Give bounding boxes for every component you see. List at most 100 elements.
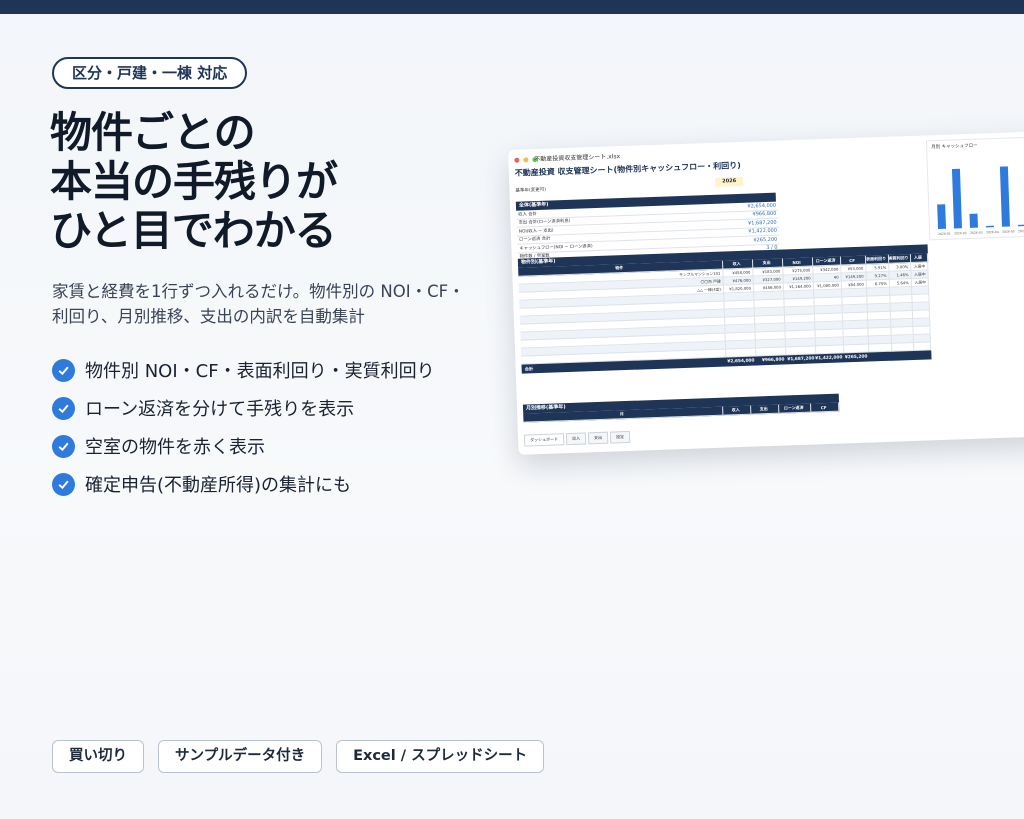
tab-expense[interactable]: 支出 <box>587 431 609 445</box>
table-cell: 5.64% <box>889 278 912 287</box>
headline-line: ひと目でわかる <box>50 206 337 255</box>
table-cell: ¥456,000 <box>753 283 785 292</box>
column-header: NOI <box>782 257 814 267</box>
chart-tick-label: 2026-02 <box>954 231 967 235</box>
column-header: 収入 <box>722 259 754 269</box>
table-cell: ¥149,200 <box>841 272 867 281</box>
file-name: 不動産投資収支管理シート.xlsx <box>534 153 621 164</box>
feature-item: 物件別 NOI・CF・表面利回り・実質利回り <box>52 351 492 389</box>
column-header: 支出 <box>752 258 784 268</box>
tag-sample-data: サンプルデータ付き <box>158 740 323 773</box>
chart-plot: 2026-01 2026-02 2026-03 2026-04 2026-05 2026-… <box>937 166 1024 236</box>
feature-item: ローン返済を分けて手残りを表示 <box>52 389 492 427</box>
summary-label: ローン返済 合計 <box>519 236 551 243</box>
chart-tick-label: 2026-03 <box>970 230 983 234</box>
total-cell: ¥2,654,000 <box>727 358 755 365</box>
summary-label: NOI(収入 − 支出) <box>518 228 554 235</box>
total-cell: ¥1,687,200 <box>787 356 815 363</box>
summary-value: ¥265,200 <box>753 236 778 244</box>
check-icon <box>52 358 75 382</box>
feature-text: 空室の物件を赤く表示 <box>85 437 265 458</box>
table-cell: ¥1,164,000 <box>783 282 815 291</box>
table-cell: 3.00% <box>889 262 912 271</box>
feature-text: 物件別 NOI・CF・表面利回り・実質利回り <box>85 361 435 382</box>
chart-tick-label: 2026-05 <box>1002 229 1015 233</box>
table-cell: ¥0 <box>813 273 842 282</box>
table-cell: ¥183,000 <box>753 267 784 276</box>
top-bar <box>0 0 1024 14</box>
chart-bar <box>937 204 947 230</box>
table-cell: ¥476,000 <box>723 276 754 285</box>
year-label: 基準年(変更可) <box>515 187 547 194</box>
subheadline-line: 利回り、月別推移、支出の内訳を自動集計 <box>52 307 365 326</box>
year-value: 2026 <box>715 176 744 187</box>
chart-tick-label: 2026-01 <box>938 232 951 236</box>
table-cell: ¥53,000 <box>841 264 867 273</box>
feature-item: 空室の物件を赤く表示 <box>52 427 492 465</box>
headline-line: 物件ごとの <box>50 108 256 157</box>
table-cell: 1.46% <box>889 270 912 279</box>
spreadsheet-window: 不動産投資収支管理シート.xlsx 不動産投資 収支管理シート(物件別キャッシュ… <box>508 131 1024 455</box>
column-header: CF <box>840 255 867 265</box>
table-cell: ¥149,200 <box>783 274 814 283</box>
chart-bar <box>951 168 963 229</box>
table-cell: 9.27% <box>866 271 890 280</box>
tab-settings[interactable]: 設定 <box>609 430 631 444</box>
table-cell: 入居中 <box>911 278 929 286</box>
tag-excel-spreadsheet: Excel / スプレッドシート <box>336 740 545 773</box>
tag-one-time-purchase: 買い切り <box>52 740 144 773</box>
column-header: 支出 <box>751 404 780 414</box>
column-header: 入居 <box>910 253 929 262</box>
summary-value: ¥966,800 <box>752 210 777 218</box>
column-header: 表面利回り <box>865 254 890 264</box>
sheet-tabs: ダッシュボード 収入 支出 設定 <box>523 430 631 447</box>
property-table: 物件 収入 支出 NOI ローン返済 CF 表面利回り 実質利回り 入居 サンプ… <box>518 253 932 374</box>
spreadsheet-preview: 不動産投資収支管理シート.xlsx 不動産投資 収支管理シート(物件別キャッシュ… <box>508 131 1024 470</box>
subheadline-line: 家賃と経費を1行ずつ入れるだけ。物件別の NOI・CF・ <box>52 282 465 301</box>
table-cell: 入居中 <box>911 270 929 278</box>
minimize-dot-icon <box>523 157 529 163</box>
table-cell: ¥1,080,000 <box>813 281 843 290</box>
chart-tick-label: 2026-04 <box>986 230 999 234</box>
table-cell: ¥275,000 <box>783 266 814 275</box>
headline-line: 本当の手残りが <box>50 157 338 206</box>
table-cell: 6.75% <box>866 279 891 288</box>
subheadline: 家賃と経費を1行ずつ入れるだけ。物件別の NOI・CF・ 利回り、月別推移、支出… <box>52 279 512 329</box>
headline: 物件ごとの 本当の手残りが ひと目でわかる <box>50 108 490 255</box>
table-cell: ¥458,000 <box>723 268 754 277</box>
close-dot-icon <box>514 157 520 163</box>
column-header: CF <box>811 402 840 412</box>
total-cell: ¥265,200 <box>844 354 868 361</box>
table-cell: 入居中 <box>911 262 929 270</box>
column-header: 実質利回り <box>888 254 912 263</box>
table-cell: 5.91% <box>866 263 890 272</box>
summary-label: 収入 合計 <box>518 211 537 218</box>
table-cell: ¥84,000 <box>841 280 868 289</box>
summary-value: ¥2,654,000 <box>747 202 777 210</box>
feature-item: 確定申告(不動産所得)の集計にも <box>52 465 492 503</box>
feature-list: 物件別 NOI・CF・表面利回り・実質利回り ローン返済を分けて手残りを表示 空… <box>52 351 492 503</box>
feature-text: ローン返済を分けて手残りを表示 <box>85 399 355 420</box>
monthly-block: 月別推移(基準年) 月 収入 支出 ローン返済 CF <box>522 393 840 423</box>
check-icon <box>52 396 75 420</box>
feature-text: 確定申告(不動産所得)の集計にも <box>85 475 352 496</box>
tag-list: 買い切り サンプルデータ付き Excel / スプレッドシート <box>52 740 545 773</box>
chart-bar <box>969 213 978 228</box>
monthly-cf-chart: 月別 キャッシュフロー 2026-01 2026-02 2026-03 2026-04… <box>925 136 1024 241</box>
chart-tick-label: 2026-06 <box>1018 229 1024 233</box>
column-header: ローン返済 <box>779 403 812 413</box>
summary-value: ¥1,687,200 <box>747 219 777 227</box>
tab-dashboard[interactable]: ダッシュボード <box>523 433 565 447</box>
table-cell: ¥342,000 <box>813 265 842 274</box>
tab-income[interactable]: 収入 <box>565 432 587 446</box>
chart-bar <box>985 225 994 228</box>
table-cell: ¥1,820,000 <box>723 284 755 293</box>
table-cell: ¥327,000 <box>753 275 784 284</box>
check-icon <box>52 434 75 458</box>
total-cell: ¥1,422,000 <box>815 355 843 362</box>
sheet-title: 不動産投資 収支管理シート(物件別キャッシュフロー・利回り) <box>514 160 741 178</box>
total-cell: ¥966,800 <box>761 357 785 364</box>
chart-bar <box>999 166 1010 227</box>
column-header: ローン返済 <box>812 256 842 266</box>
summary-label: 支出 合計(ローン返済利息) <box>518 219 571 226</box>
